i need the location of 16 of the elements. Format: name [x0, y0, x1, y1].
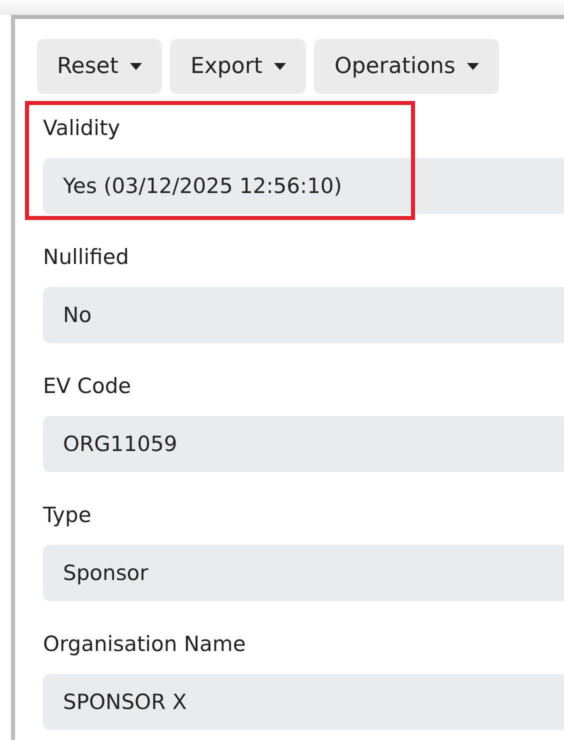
field-label: EV Code	[43, 373, 132, 400]
readonly-field[interactable]: Yes (03/12/2025 12:56:10)	[43, 158, 564, 214]
readonly-field[interactable]: No	[43, 287, 564, 343]
dropdown-button[interactable]: Reset	[37, 39, 162, 94]
readonly-field[interactable]: ORG11059	[43, 416, 564, 472]
field-label: Organisation Name	[43, 631, 247, 658]
field-label: Validity	[43, 115, 122, 142]
field-label: Type	[43, 502, 92, 529]
caret-icon	[130, 63, 142, 70]
field-label: Nullified	[43, 244, 130, 271]
dropdown-button[interactable]: Export	[170, 39, 306, 94]
caret-icon	[467, 63, 480, 70]
caret-icon	[274, 63, 286, 70]
readonly-field[interactable]: SPONSOR X	[43, 674, 564, 730]
readonly-field[interactable]: Sponsor	[43, 545, 564, 601]
dropdown-button[interactable]: Operations	[314, 39, 500, 94]
